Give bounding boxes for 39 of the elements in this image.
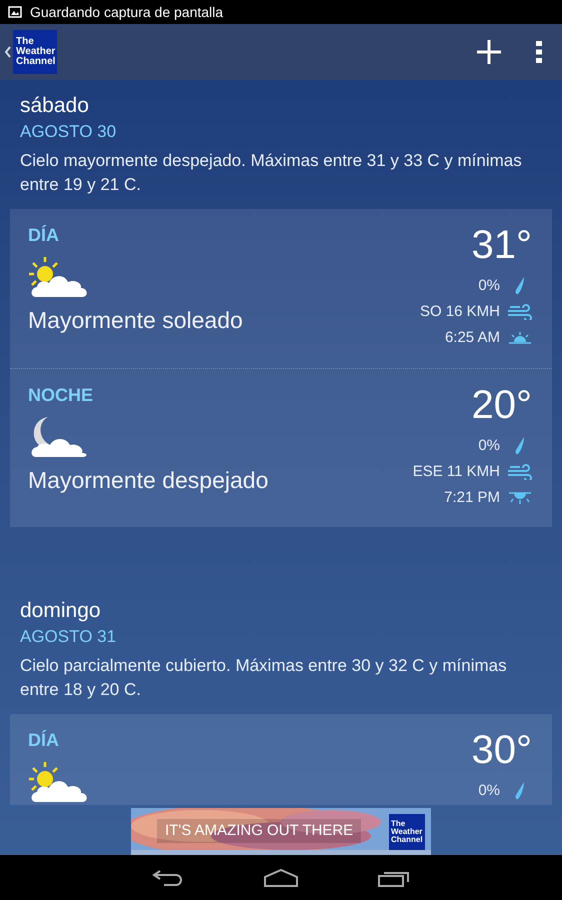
period-label: DÍA	[28, 224, 59, 247]
add-icon[interactable]	[476, 39, 502, 65]
day-summary: Cielo mayormente despejado. Máximas entre 31 y 33 C y mínimas entre 19 y 21 C.	[20, 150, 523, 196]
raindrop-icon	[515, 277, 525, 295]
ad-headline: IT'S AMAZING OUT THERE	[157, 819, 362, 843]
sun-time-text: 7:21 PM	[444, 488, 500, 508]
day-name: sábado	[20, 93, 89, 119]
home-icon[interactable]	[264, 868, 298, 886]
wind-text: ESE 11 KMH	[412, 462, 500, 482]
back-icon[interactable]	[152, 868, 184, 886]
temperature: 20°	[472, 383, 532, 427]
app-logo[interactable]: The Weather Channel	[13, 30, 57, 74]
raindrop-icon	[515, 782, 525, 800]
temperature: 31°	[472, 223, 532, 267]
precipitation-text: 0%	[478, 780, 500, 801]
precipitation-text: 0%	[478, 276, 500, 296]
condition-text: Mayormente soleado	[28, 306, 243, 335]
temperature: 30°	[472, 728, 532, 772]
wind-icon	[508, 304, 532, 320]
picture-icon	[8, 6, 22, 18]
day-summary: Cielo parcialmente cubierto. Máximas entre 30 y 32 C y mínimas entre 18 y 20 C.	[20, 655, 508, 701]
ad-banner[interactable]: IT'S AMAZING OUT THERE The Weather Channel	[131, 808, 431, 855]
sun-time-text: 6:25 AM	[444, 328, 500, 348]
period-label: DÍA	[28, 729, 59, 752]
notification-text: Guardando captura de pantalla	[30, 2, 224, 22]
condition-text: Mayormente despejado	[28, 466, 268, 495]
wind-text: SO 16 KMH	[420, 302, 500, 322]
wind-icon	[508, 464, 532, 480]
date-label: AGOSTO 31	[20, 626, 116, 648]
period-label: NOCHE	[28, 384, 94, 407]
precipitation-text: 0%	[478, 436, 500, 456]
sunrise-icon	[509, 332, 531, 344]
ad-logo: The Weather Channel	[389, 814, 425, 850]
raindrop-icon	[515, 437, 525, 455]
sunset-icon	[509, 492, 531, 504]
menu-icon[interactable]	[536, 41, 542, 63]
back-chevron-icon[interactable]	[5, 46, 11, 58]
date-label: AGOSTO 30	[20, 121, 116, 143]
day-name: domingo	[20, 598, 101, 624]
